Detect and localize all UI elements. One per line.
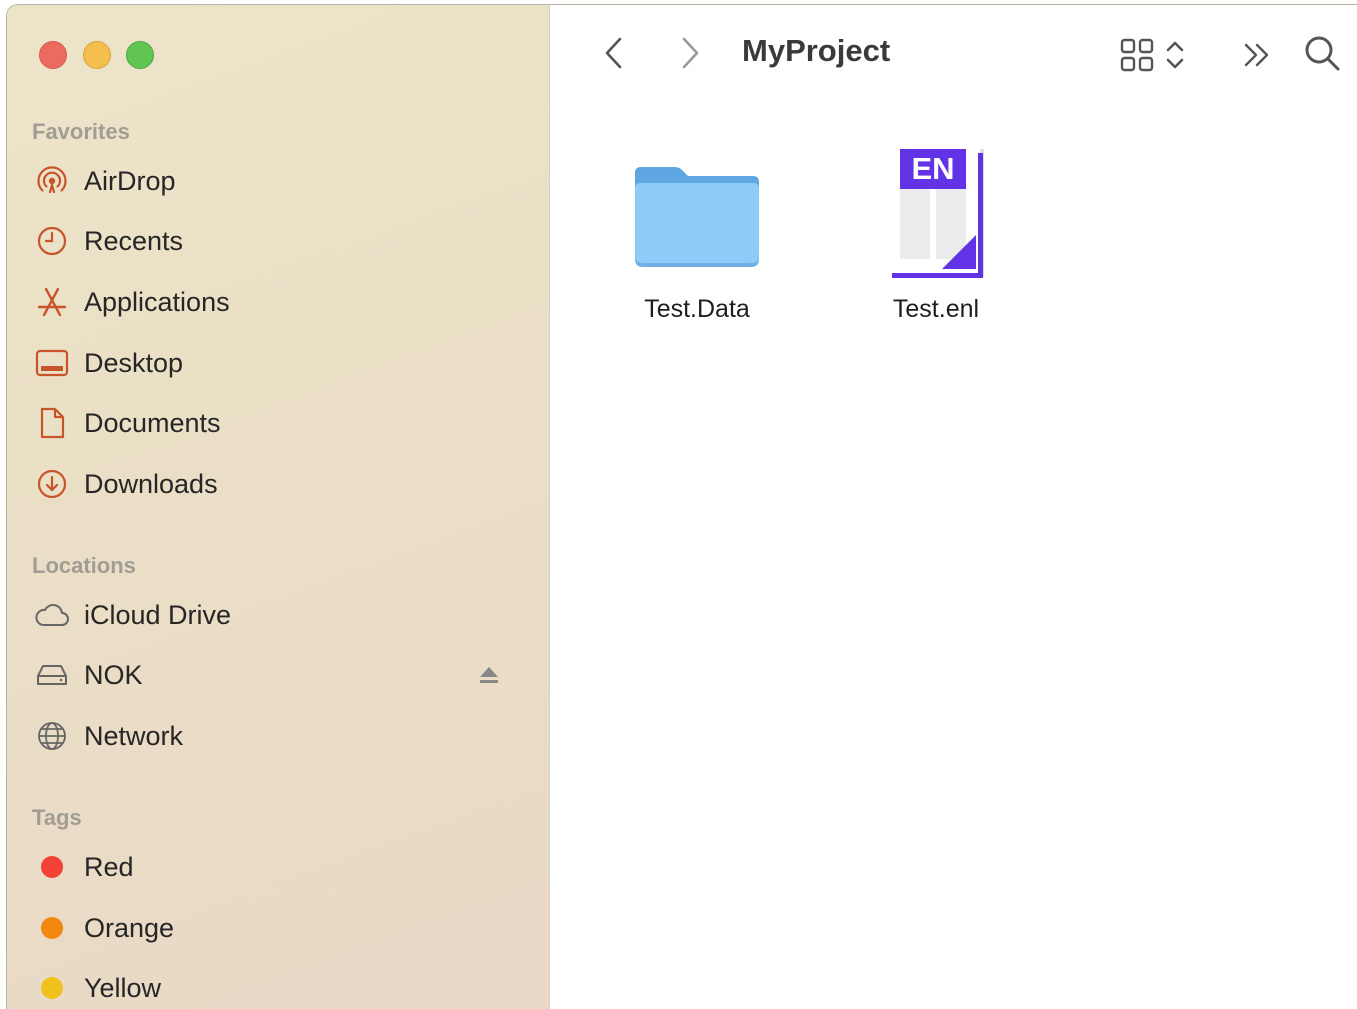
chevron-left-icon xyxy=(605,37,622,69)
sidebar-item-label: iCloud Drive xyxy=(84,599,232,630)
desktop-icon xyxy=(34,345,70,381)
back-button[interactable] xyxy=(594,33,634,73)
download-icon xyxy=(34,466,70,502)
tag-dot-icon xyxy=(34,910,70,946)
sidebar-item-label: Network xyxy=(84,720,184,751)
file-name: Test.enl xyxy=(892,295,980,323)
zoom-window-button[interactable] xyxy=(126,41,154,69)
section-header-favorites: Favorites xyxy=(32,119,130,144)
sidebar-item-airdrop[interactable]: AirDrop xyxy=(7,157,549,205)
sidebar-item-label: Orange xyxy=(84,912,175,943)
sidebar-item-downloads[interactable]: Downloads xyxy=(7,460,549,508)
sidebar-item-label: Documents xyxy=(84,407,221,438)
clock-icon xyxy=(34,223,70,259)
sidebar: Favorites AirDrop Recents Applications D… xyxy=(7,5,550,1009)
sidebar-item-tag-red[interactable]: Red xyxy=(7,843,549,891)
chevron-updown-icon xyxy=(1166,41,1184,69)
search-icon xyxy=(1305,36,1340,71)
section-header-locations: Locations xyxy=(32,553,136,578)
sidebar-item-tag-orange[interactable]: Orange xyxy=(7,904,549,952)
sidebar-item-tag-yellow[interactable]: Yellow xyxy=(7,964,549,1009)
sidebar-item-label: Yellow xyxy=(84,972,162,1003)
sidebar-item-label: NOK xyxy=(84,659,143,690)
sidebar-item-applications[interactable]: Applications xyxy=(7,278,549,326)
file-item-test-enl[interactable]: EN Test.enl xyxy=(836,145,1036,345)
search-button[interactable] xyxy=(1300,31,1344,75)
eject-icon[interactable] xyxy=(477,663,501,687)
sidebar-item-icloud-drive[interactable]: iCloud Drive xyxy=(7,591,549,639)
airdrop-icon xyxy=(34,163,70,199)
forward-button[interactable] xyxy=(670,33,710,73)
cloud-icon xyxy=(34,597,70,633)
tag-color-orange xyxy=(41,917,63,939)
tag-dot-icon xyxy=(34,849,70,885)
window-title: MyProject xyxy=(742,33,891,68)
view-mode-button[interactable] xyxy=(1112,33,1192,77)
finder-window: Favorites AirDrop Recents Applications D… xyxy=(6,4,1357,1009)
endnote-library-icon: EN xyxy=(836,145,1036,285)
sidebar-item-label: Downloads xyxy=(84,468,218,499)
sidebar-item-documents[interactable]: Documents xyxy=(7,399,549,447)
chevron-right-icon xyxy=(682,37,699,69)
section-header-tags: Tags xyxy=(32,805,82,830)
sidebar-item-label: Applications xyxy=(84,286,230,317)
file-badge: EN xyxy=(911,151,954,186)
close-window-button[interactable] xyxy=(39,41,67,69)
more-toolbar-button[interactable] xyxy=(1235,35,1279,75)
document-icon xyxy=(34,405,70,441)
sidebar-item-label: Red xyxy=(84,851,134,882)
tag-color-yellow xyxy=(41,977,63,999)
folder-icon xyxy=(597,145,797,285)
main-content: MyProject Test.Data EN Test.enl xyxy=(550,5,1357,1009)
tag-color-red xyxy=(41,856,63,878)
sidebar-item-label: Recents xyxy=(84,225,184,256)
sidebar-item-label: Desktop xyxy=(84,347,184,378)
sidebar-item-recents[interactable]: Recents xyxy=(7,217,549,265)
sidebar-item-label: AirDrop xyxy=(84,165,176,196)
applications-icon xyxy=(34,284,70,320)
icon-grid-icon xyxy=(1120,38,1154,72)
file-name: Test.Data xyxy=(644,295,750,323)
globe-icon xyxy=(34,718,70,754)
sidebar-item-desktop[interactable]: Desktop xyxy=(7,339,549,387)
minimize-window-button[interactable] xyxy=(83,41,111,69)
sidebar-item-network[interactable]: Network xyxy=(7,712,549,760)
file-item-test-data[interactable]: Test.Data xyxy=(597,145,797,345)
chevron-double-right-icon xyxy=(1244,43,1269,67)
sidebar-item-nok[interactable]: NOK xyxy=(7,651,549,699)
tag-dot-icon xyxy=(34,970,70,1006)
drive-icon xyxy=(34,657,70,693)
